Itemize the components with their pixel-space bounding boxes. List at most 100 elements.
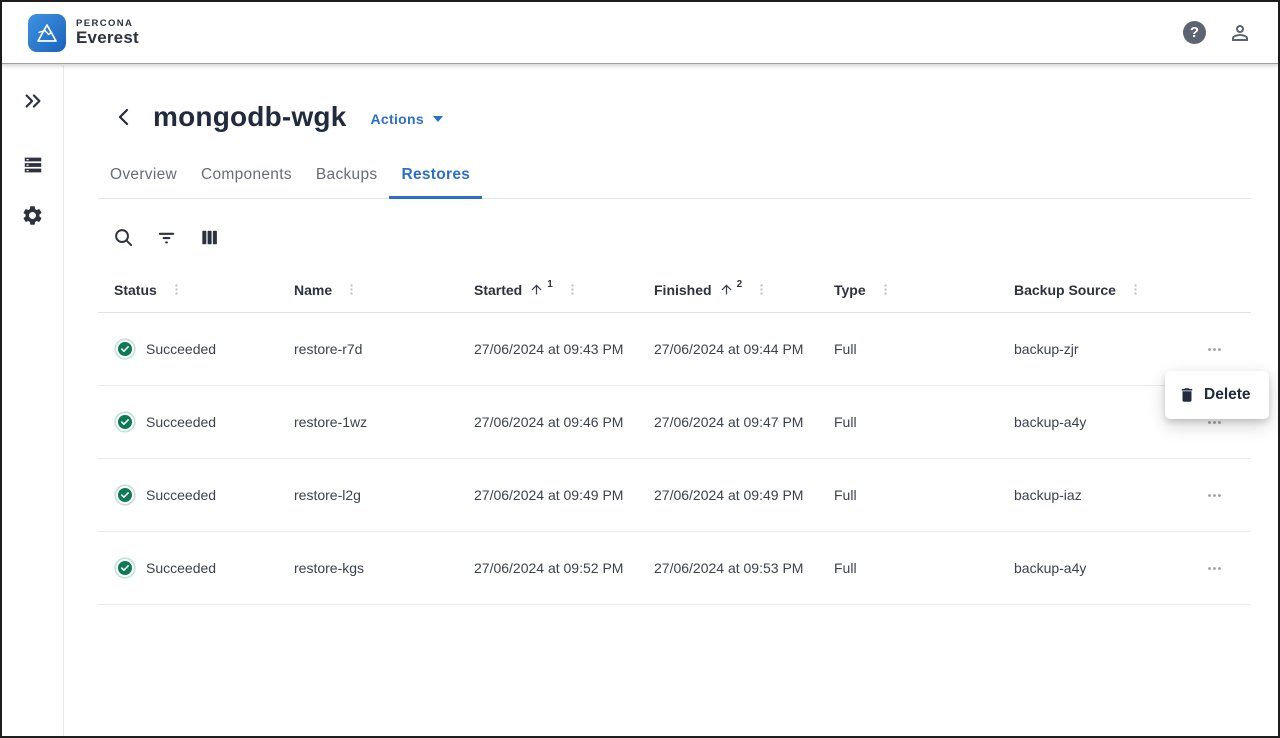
chevron-down-icon [433,116,443,122]
sort-asc-icon [719,282,734,297]
column-menu-icon[interactable] [878,282,893,297]
row-actions-cell [1178,483,1251,508]
status-cell: Succeeded [98,557,278,579]
row-context-menu: Delete [1165,371,1269,419]
column-sort-started[interactable]: Started 1 [474,282,553,298]
top-app-bar: PERCONA Everest ? [2,2,1278,64]
tab-restores[interactable]: Restores [389,157,482,198]
column-sort-status[interactable]: Status [114,282,157,298]
tab-backups[interactable]: Backups [304,157,390,198]
name-cell: restore-1wz [278,412,458,432]
column-header-status: Status [98,282,278,298]
tab-bar: Overview Components Backups Restores [98,157,1251,199]
expand-sidebar-icon[interactable] [19,87,47,115]
success-check-icon [114,484,136,506]
status-cell: Succeeded [98,484,278,506]
page-header: mongodb-wgk Actions [111,101,1278,133]
finished-cell: 27/06/2024 at 09:49 PM [638,485,818,505]
column-label: Started [474,282,522,298]
type-cell: Full [818,485,998,505]
column-sort-name[interactable]: Name [294,282,332,298]
started-cell: 27/06/2024 at 09:49 PM [458,485,638,505]
type-cell: Full [818,558,998,578]
search-icon[interactable] [110,224,136,250]
tab-components[interactable]: Components [189,157,304,198]
table-row: Succeeded restore-l2g 27/06/2024 at 09:4… [98,459,1251,532]
sidebar-item-settings[interactable] [19,201,47,229]
row-menu-icon[interactable] [1200,483,1229,508]
column-header-name: Name [278,282,458,298]
filter-icon[interactable] [153,224,179,250]
row-actions-cell [1178,556,1251,581]
column-menu-icon[interactable] [169,282,184,297]
started-cell: 27/06/2024 at 09:46 PM [458,412,638,432]
started-cell: 27/06/2024 at 09:52 PM [458,558,638,578]
status-cell: Succeeded [98,338,278,360]
type-cell: Full [818,339,998,359]
left-sidebar [2,65,64,736]
finished-cell: 27/06/2024 at 09:44 PM [638,339,818,359]
backup-source-cell: backup-zjr [998,339,1178,359]
backup-source-cell: backup-a4y [998,412,1178,432]
success-check-icon [114,557,136,579]
name-cell: restore-l2g [278,485,458,505]
column-header-type: Type [818,282,998,298]
percona-logo-icon [28,14,66,52]
account-icon[interactable] [1228,21,1252,45]
table-header-row: Status Name Started 1 [98,267,1251,313]
row-menu-icon[interactable] [1200,337,1229,362]
success-check-icon [114,411,136,433]
menu-item-delete[interactable]: Delete [1204,386,1251,404]
column-sort-type[interactable]: Type [834,282,866,298]
help-icon[interactable]: ? [1183,21,1206,44]
column-header-finished: Finished 2 [638,282,818,298]
column-menu-icon[interactable] [344,282,359,297]
column-menu-icon[interactable] [565,282,580,297]
brand-everest-label: Everest [76,29,139,47]
row-menu-icon[interactable] [1200,556,1229,581]
brand-logo-link[interactable]: PERCONA Everest [28,14,139,52]
table-toolbar [110,215,1278,259]
sidebar-item-databases[interactable] [19,151,47,179]
restores-table: Status Name Started 1 [98,267,1251,605]
table-row: Succeeded restore-1wz 27/06/2024 at 09:4… [98,386,1251,459]
sort-order-badge: 2 [737,279,743,290]
table-row: Succeeded restore-kgs 27/06/2024 at 09:5… [98,532,1251,605]
main-content: mongodb-wgk Actions Overview Components … [65,65,1278,736]
column-header-backup-source: Backup Source [998,282,1178,298]
page-title: mongodb-wgk [153,101,347,133]
backup-source-cell: backup-iaz [998,485,1178,505]
actions-label: Actions [371,111,424,127]
column-sort-backup-source[interactable]: Backup Source [1014,282,1116,298]
column-menu-icon[interactable] [754,282,769,297]
name-cell: restore-kgs [278,558,458,578]
delete-icon [1178,386,1196,404]
actions-button[interactable]: Actions [371,111,443,127]
finished-cell: 27/06/2024 at 09:53 PM [638,558,818,578]
percona-everest-app: { "brand": { "top": "PERCONA", "name": "… [0,0,1280,738]
back-icon[interactable] [111,104,137,130]
column-menu-icon[interactable] [1128,282,1143,297]
name-cell: restore-r7d [278,339,458,359]
topbar-actions: ? [1183,21,1252,45]
column-label: Finished [654,282,712,298]
brand-text: PERCONA Everest [76,19,139,47]
sort-order-badge: 1 [547,279,553,290]
backup-source-cell: backup-a4y [998,558,1178,578]
type-cell: Full [818,412,998,432]
column-sort-finished[interactable]: Finished 2 [654,282,742,298]
sort-asc-icon [529,282,544,297]
table-row: Succeeded restore-r7d 27/06/2024 at 09:4… [98,313,1251,386]
column-header-started: Started 1 [458,282,638,298]
status-label: Succeeded [146,412,216,432]
finished-cell: 27/06/2024 at 09:47 PM [638,412,818,432]
show-hide-columns-icon[interactable] [196,224,222,250]
started-cell: 27/06/2024 at 09:43 PM [458,339,638,359]
status-label: Succeeded [146,558,216,578]
status-label: Succeeded [146,485,216,505]
tab-overview[interactable]: Overview [98,157,189,198]
row-actions-cell [1178,337,1251,362]
status-label: Succeeded [146,339,216,359]
success-check-icon [114,338,136,360]
status-cell: Succeeded [98,411,278,433]
